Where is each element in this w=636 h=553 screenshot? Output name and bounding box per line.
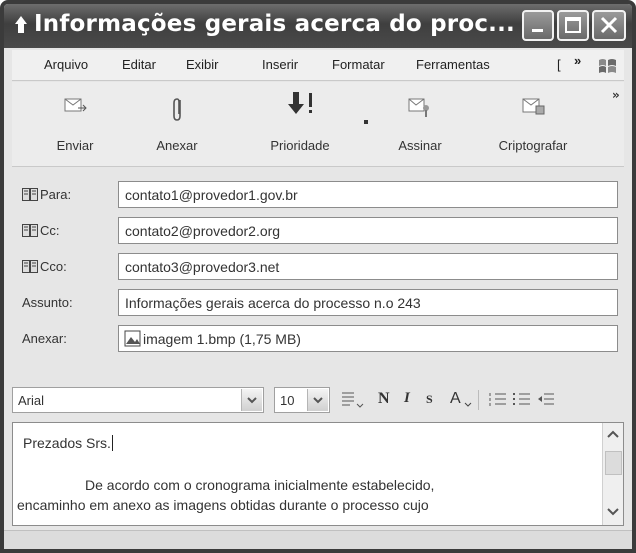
chevron-down-icon [247, 397, 257, 404]
paperclip-icon [173, 98, 181, 121]
menu-exibir[interactable]: Exibir [186, 57, 219, 72]
cc-label[interactable]: Cc: [22, 223, 60, 238]
bcc-value: contato3@provedor3.net [125, 259, 280, 275]
bcc-label-text: Cco: [40, 259, 67, 274]
minimize-icon [532, 29, 543, 32]
priority-label: Prioridade [270, 138, 330, 153]
send-icon [64, 98, 87, 112]
bcc-label[interactable]: Cco: [22, 259, 67, 274]
paragraph-style-icon[interactable] [340, 390, 364, 410]
compose-window: Informações gerais acerca do proc... Arq… [0, 0, 636, 553]
body-greeting: Prezados Srs. [23, 435, 113, 451]
cc-value: contato2@provedor2.org [125, 223, 281, 239]
sign-label: Assinar [398, 138, 442, 153]
status-bar [4, 530, 632, 549]
attach-row: Anexar: imagem 1.bmp (1,75 MB) [12, 322, 624, 356]
priority-icon [288, 92, 312, 114]
size-dropdown-button[interactable] [307, 389, 328, 411]
close-icon [600, 16, 618, 34]
subject-label: Assunto: [22, 295, 73, 310]
font-color-dropdown-icon[interactable] [464, 402, 472, 408]
to-label[interactable]: Para: [22, 187, 71, 202]
subject-row: Assunto: Informações gerais acerca do pr… [12, 286, 624, 320]
decrease-indent-icon[interactable] [536, 390, 556, 410]
attach-field[interactable]: imagem 1.bmp (1,75 MB) [118, 325, 618, 352]
maximize-button[interactable] [557, 10, 589, 41]
bullet-list-icon[interactable] [512, 390, 532, 410]
body-line-3: encaminho em anexo as imagens obtidas du… [17, 497, 429, 513]
window-title: Informações gerais acerca do proc... [34, 11, 515, 37]
encrypt-label: Criptografar [498, 138, 568, 153]
windows-logo-icon [599, 59, 616, 73]
font-color-button[interactable]: A [450, 390, 461, 408]
message-body[interactable]: Prezados Srs. De acordo com o cronograma… [12, 422, 624, 526]
scroll-up-icon[interactable] [606, 429, 620, 439]
bitmap-file-icon[interactable] [124, 330, 142, 347]
toolbar: Enviar Anexar Prioridade Assinar Criptog… [12, 82, 624, 167]
body-greeting-text: Prezados Srs. [23, 435, 111, 451]
scroll-thumb[interactable] [605, 451, 622, 475]
menu-editar[interactable]: Editar [122, 57, 156, 72]
font-dropdown-button[interactable] [241, 389, 262, 411]
menu-overflow-chevron-icon[interactable]: » [574, 53, 581, 68]
address-book-icon [22, 260, 38, 273]
message-header: Para: contato1@provedor1.gov.br Cc: cont… [12, 170, 624, 378]
scroll-down-icon[interactable] [606, 507, 620, 517]
close-button[interactable] [592, 10, 626, 41]
underline-button[interactable]: S [426, 392, 433, 407]
toolbar-divider [478, 390, 479, 410]
to-row: Para: contato1@provedor1.gov.br [12, 178, 624, 212]
font-size-value: 10 [280, 393, 295, 408]
priority-dropdown-arrow-icon[interactable] [364, 120, 368, 124]
cc-row: Cc: contato2@provedor2.org [12, 214, 624, 248]
sign-icon [408, 98, 429, 117]
italic-button[interactable]: I [404, 390, 410, 407]
menu-arquivo[interactable]: Arquivo [44, 57, 88, 72]
font-value: Arial [18, 393, 45, 408]
menu-bar: Arquivo Editar Exibir Inserir Formatar F… [12, 50, 624, 81]
menu-truncated[interactable]: [ [557, 57, 561, 72]
send-label: Enviar [56, 138, 94, 153]
body-line-2: De acordo com o cronograma inicialmente … [85, 477, 435, 493]
maximize-icon [565, 17, 581, 33]
encrypt-icon [522, 98, 545, 115]
menu-inserir[interactable]: Inserir [262, 57, 298, 72]
to-label-text: Para: [40, 187, 72, 202]
formatting-bar: Arial 10 N I S A [12, 382, 624, 418]
text-caret [111, 435, 113, 451]
menu-ferramentas[interactable]: Ferramentas [416, 57, 490, 72]
numbered-list-icon[interactable] [488, 390, 508, 410]
minimize-button[interactable] [522, 10, 554, 41]
toolbar-overflow-chevron-icon[interactable]: » [612, 88, 620, 102]
cc-label-text: Cc: [40, 223, 60, 238]
vertical-scrollbar[interactable] [602, 423, 623, 525]
subject-field[interactable]: Informações gerais acerca do processo n.… [118, 289, 618, 316]
bcc-field[interactable]: contato3@provedor3.net [118, 253, 618, 280]
address-book-icon [22, 224, 38, 237]
address-book-icon [22, 188, 38, 201]
attach-field-label: Anexar: [22, 331, 67, 346]
attach-label: Anexar [156, 138, 198, 153]
subject-value: Informações gerais acerca do processo n.… [125, 295, 421, 311]
cc-field[interactable]: contato2@provedor2.org [118, 217, 618, 244]
menu-formatar[interactable]: Formatar [332, 57, 385, 72]
title-bar[interactable]: Informações gerais acerca do proc... [4, 4, 632, 48]
bold-button[interactable]: N [378, 390, 390, 408]
chevron-down-icon [313, 397, 323, 404]
to-field[interactable]: contato1@provedor1.gov.br [118, 181, 618, 208]
to-value: contato1@provedor1.gov.br [125, 187, 298, 203]
attachment-value[interactable]: imagem 1.bmp (1,75 MB) [143, 331, 301, 347]
font-size-select[interactable]: 10 [274, 387, 330, 413]
bcc-row: Cco: contato3@provedor3.net [12, 250, 624, 284]
compose-icon [15, 16, 27, 33]
font-select[interactable]: Arial [12, 387, 264, 413]
